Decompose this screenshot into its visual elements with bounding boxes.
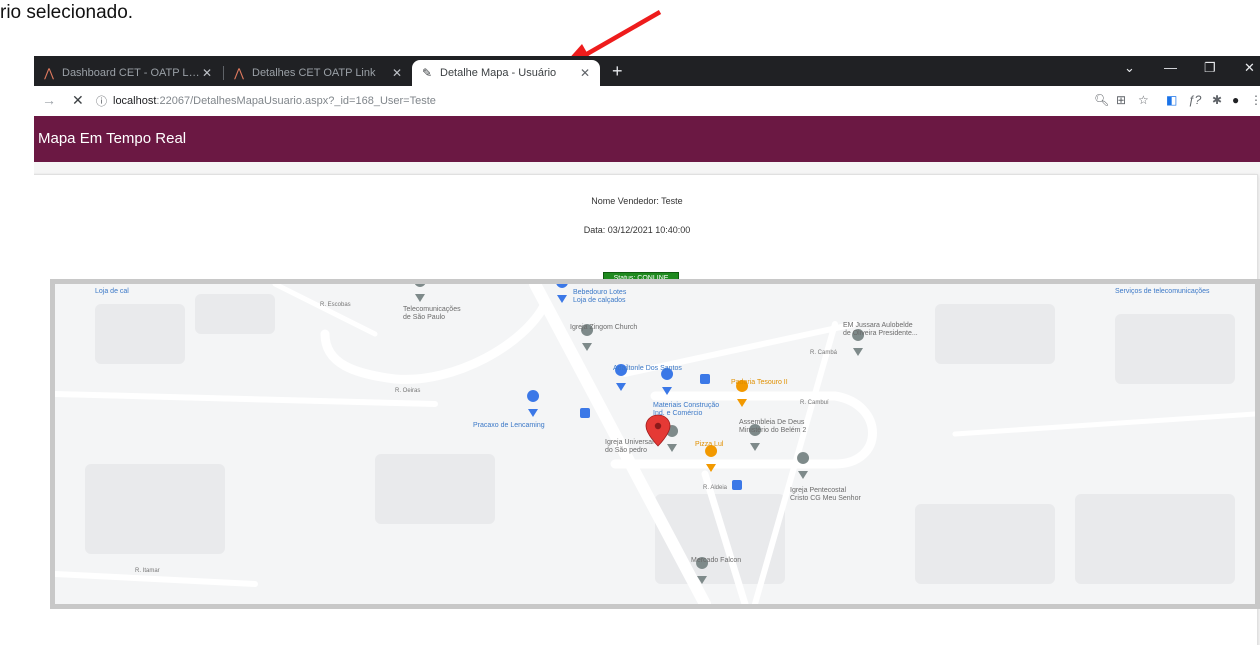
- close-tab-icon[interactable]: ✕: [200, 66, 214, 80]
- map-place-label: Materiais Construção: [653, 402, 719, 409]
- map-place-sublabel: Ind. e Comércio: [653, 410, 703, 417]
- corner-map-label: Loja de cal: [95, 288, 129, 295]
- tab-strip: ⋀ Dashboard CET - OATP Link ✕ ⋀ Detalhes…: [34, 56, 1260, 86]
- tab-title: Detalhe Mapa - Usuário: [440, 67, 557, 79]
- street-label: R. Escobas: [320, 302, 351, 308]
- vendor-name-text: Nome Vendedor: Teste: [591, 196, 683, 206]
- tab-search-icon[interactable]: ⌄: [1124, 60, 1135, 76]
- extensions-puzzle-icon[interactable]: ✱: [1212, 93, 1222, 107]
- map-place-label: Adailtonle Dos Santos: [613, 365, 682, 372]
- tab-favicon-icon: ⋀: [44, 66, 54, 80]
- map-pin-icon: [414, 284, 426, 302]
- tab-title: Dashboard CET - OATP Link: [62, 67, 200, 79]
- close-tab-icon[interactable]: ✕: [578, 66, 592, 80]
- street-label: R. Itamar: [135, 568, 160, 574]
- bookmark-star-icon[interactable]: ☆: [1138, 93, 1149, 107]
- forward-icon[interactable]: →: [42, 92, 56, 108]
- minimize-icon[interactable]: —: [1164, 60, 1177, 75]
- app-grid-icon[interactable]: ⊞: [1116, 93, 1126, 107]
- browser-toolbar: ← → ✕ ⓘ localhost :22067/DetalhesMapaUsu…: [34, 86, 1260, 117]
- bus-stop-icon: [732, 480, 742, 490]
- window-close-icon[interactable]: ✕: [1244, 60, 1255, 76]
- bus-stop-icon: [700, 374, 710, 384]
- map-place-label: Igreja Zingom Church: [570, 324, 637, 331]
- zoom-icon[interactable]: 🔍︎: [1094, 93, 1109, 107]
- map-place-label: Bebedouro Lotes: [573, 289, 627, 296]
- browser-window: ⋀ Dashboard CET - OATP Link ✕ ⋀ Detalhes…: [34, 56, 1260, 645]
- new-tab-icon[interactable]: +: [612, 61, 623, 82]
- tab-title: Detalhes CET OATP Link: [252, 67, 376, 79]
- map-pin-icon: [556, 284, 568, 303]
- map-place-sublabel: Loja de calçados: [573, 297, 626, 304]
- map-place-sublabel: Ministério do Belém 2: [739, 427, 806, 434]
- map-place-label: Pizza Lul: [695, 441, 724, 448]
- tab-detalhe-mapa[interactable]: ✎ Detalhe Mapa - Usuário ✕: [412, 60, 600, 86]
- app-header: Mapa Em Tempo Real: [34, 116, 1260, 162]
- bus-stop-icon: [580, 408, 590, 418]
- map-canvas[interactable]: R. Escobas R. Oeiras R. Cambuí R. Aldeia…: [55, 284, 1255, 604]
- stop-loading-icon[interactable]: ✕: [72, 92, 84, 109]
- map-place-label: Assembleia De Deus: [739, 419, 805, 426]
- address-bar[interactable]: ⓘ localhost :22067/DetalhesMapaUsuario.a…: [96, 90, 1076, 112]
- browser-menu-icon[interactable]: ⋮: [1250, 93, 1260, 107]
- tab-favicon-icon: ⋀: [234, 66, 244, 80]
- map-place-sublabel: do São pedro: [605, 447, 647, 454]
- map-place-sublabel: de Oliveira Presidente...: [843, 330, 918, 337]
- site-info-icon[interactable]: ⓘ: [96, 93, 107, 109]
- extension-icon[interactable]: ◧: [1166, 93, 1177, 107]
- map-place-label: Padaria Tesouro II: [731, 379, 788, 386]
- document-caption-text: rio selecionado.: [0, 2, 134, 23]
- street-label: R. Aldeia: [703, 485, 728, 491]
- map-pin-icon: [527, 390, 540, 417]
- corner-map-label: Serviços de telecomunicações: [1115, 288, 1210, 295]
- map-place-label: Igreja Pentecostal: [790, 487, 846, 494]
- tab-favicon-icon: ✎: [421, 66, 433, 80]
- date-text: Data: 03/12/2021 10:40:00: [583, 225, 691, 235]
- map-place-sublabel: Cristo CG Meu Senhor: [790, 495, 861, 502]
- map-container[interactable]: R. Escobas R. Oeiras R. Cambuí R. Aldeia…: [50, 279, 1260, 609]
- url-host: localhost: [113, 95, 157, 107]
- profile-avatar-icon[interactable]: ●: [1232, 93, 1239, 107]
- url-path: :22067/DetalhesMapaUsuario.aspx?_id=168_…: [156, 95, 436, 107]
- tab-detalhes[interactable]: ⋀ Detalhes CET OATP Link ✕: [224, 60, 412, 86]
- page-content: Nome Vendedor: Teste Data: 03/12/2021 10…: [34, 162, 1260, 645]
- close-tab-icon[interactable]: ✕: [390, 66, 404, 80]
- app-title: Mapa Em Tempo Real: [38, 130, 187, 147]
- tab-dashboard[interactable]: ⋀ Dashboard CET - OATP Link ✕: [34, 60, 222, 86]
- map-place-sublabel: de São Paulo: [403, 314, 445, 321]
- street-label: R. Cambá: [810, 350, 838, 356]
- map-place-label: Mercado Falcon: [691, 557, 741, 564]
- formula-extension-icon[interactable]: ƒ?: [1188, 93, 1201, 107]
- map-place-label: Telecomunicações: [403, 306, 461, 313]
- street-label: R. Oeiras: [395, 388, 420, 394]
- map-place-label: Igreja Universal: [605, 439, 654, 446]
- restore-icon[interactable]: ❐: [1204, 60, 1216, 76]
- map-pin-icon: [661, 368, 674, 395]
- map-place-label: Pracaxo de Lencaming: [473, 422, 545, 429]
- map-place-label: EM Jussara Aulobelde: [843, 322, 913, 329]
- street-label: R. Cambuí: [800, 400, 829, 406]
